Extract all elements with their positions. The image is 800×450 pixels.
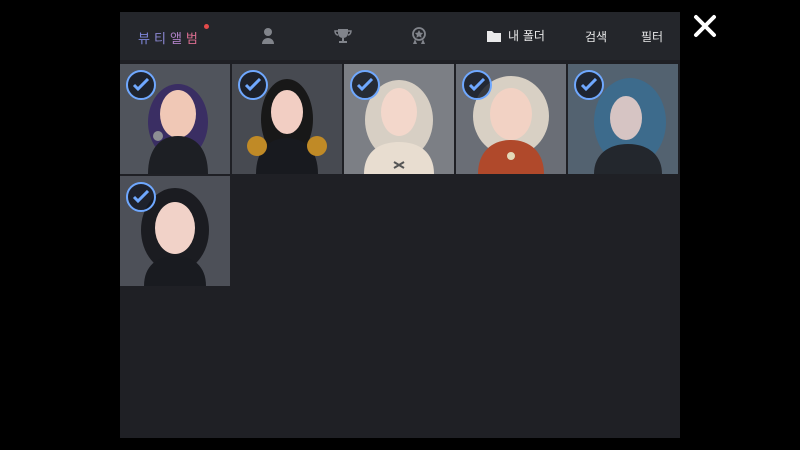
title-char-1: 뷰 (138, 32, 154, 47)
photo-thumb-3[interactable] (344, 64, 454, 174)
filter-button[interactable]: 필터 (641, 28, 663, 45)
photo-thumb-1[interactable] (120, 64, 230, 174)
top-bar: 뷰티앨범 내 폴더 검색 필터 (120, 12, 680, 60)
selected-check-icon[interactable] (126, 182, 156, 212)
folder-label: 내 폴더 (508, 29, 545, 43)
photo-thumb-4[interactable] (456, 64, 566, 174)
photo-thumb-6[interactable] (120, 176, 230, 286)
beauty-album-panel: 뷰티앨범 내 폴더 검색 필터 (120, 12, 680, 438)
title-char-4: 범 (185, 32, 202, 47)
selected-check-icon[interactable] (238, 70, 268, 100)
selected-check-icon[interactable] (574, 70, 604, 100)
photo-thumb-5[interactable] (568, 64, 678, 174)
selected-check-icon[interactable] (462, 70, 492, 100)
person-icon[interactable] (258, 26, 278, 46)
selected-check-icon[interactable] (350, 70, 380, 100)
photo-thumb-2[interactable] (232, 64, 342, 174)
selected-check-icon[interactable] (126, 70, 156, 100)
my-folder-button[interactable]: 내 폴더 (486, 27, 545, 44)
award-icon[interactable] (409, 26, 429, 46)
title-char-3: 앨 (169, 32, 186, 47)
close-icon[interactable] (691, 12, 719, 40)
folder-icon (487, 30, 501, 42)
title-char-2: 티 (153, 32, 170, 47)
search-button[interactable]: 검색 (585, 28, 607, 45)
album-title: 뷰티앨범 (138, 28, 202, 47)
trophy-icon[interactable] (333, 26, 353, 46)
notification-dot (204, 24, 209, 29)
